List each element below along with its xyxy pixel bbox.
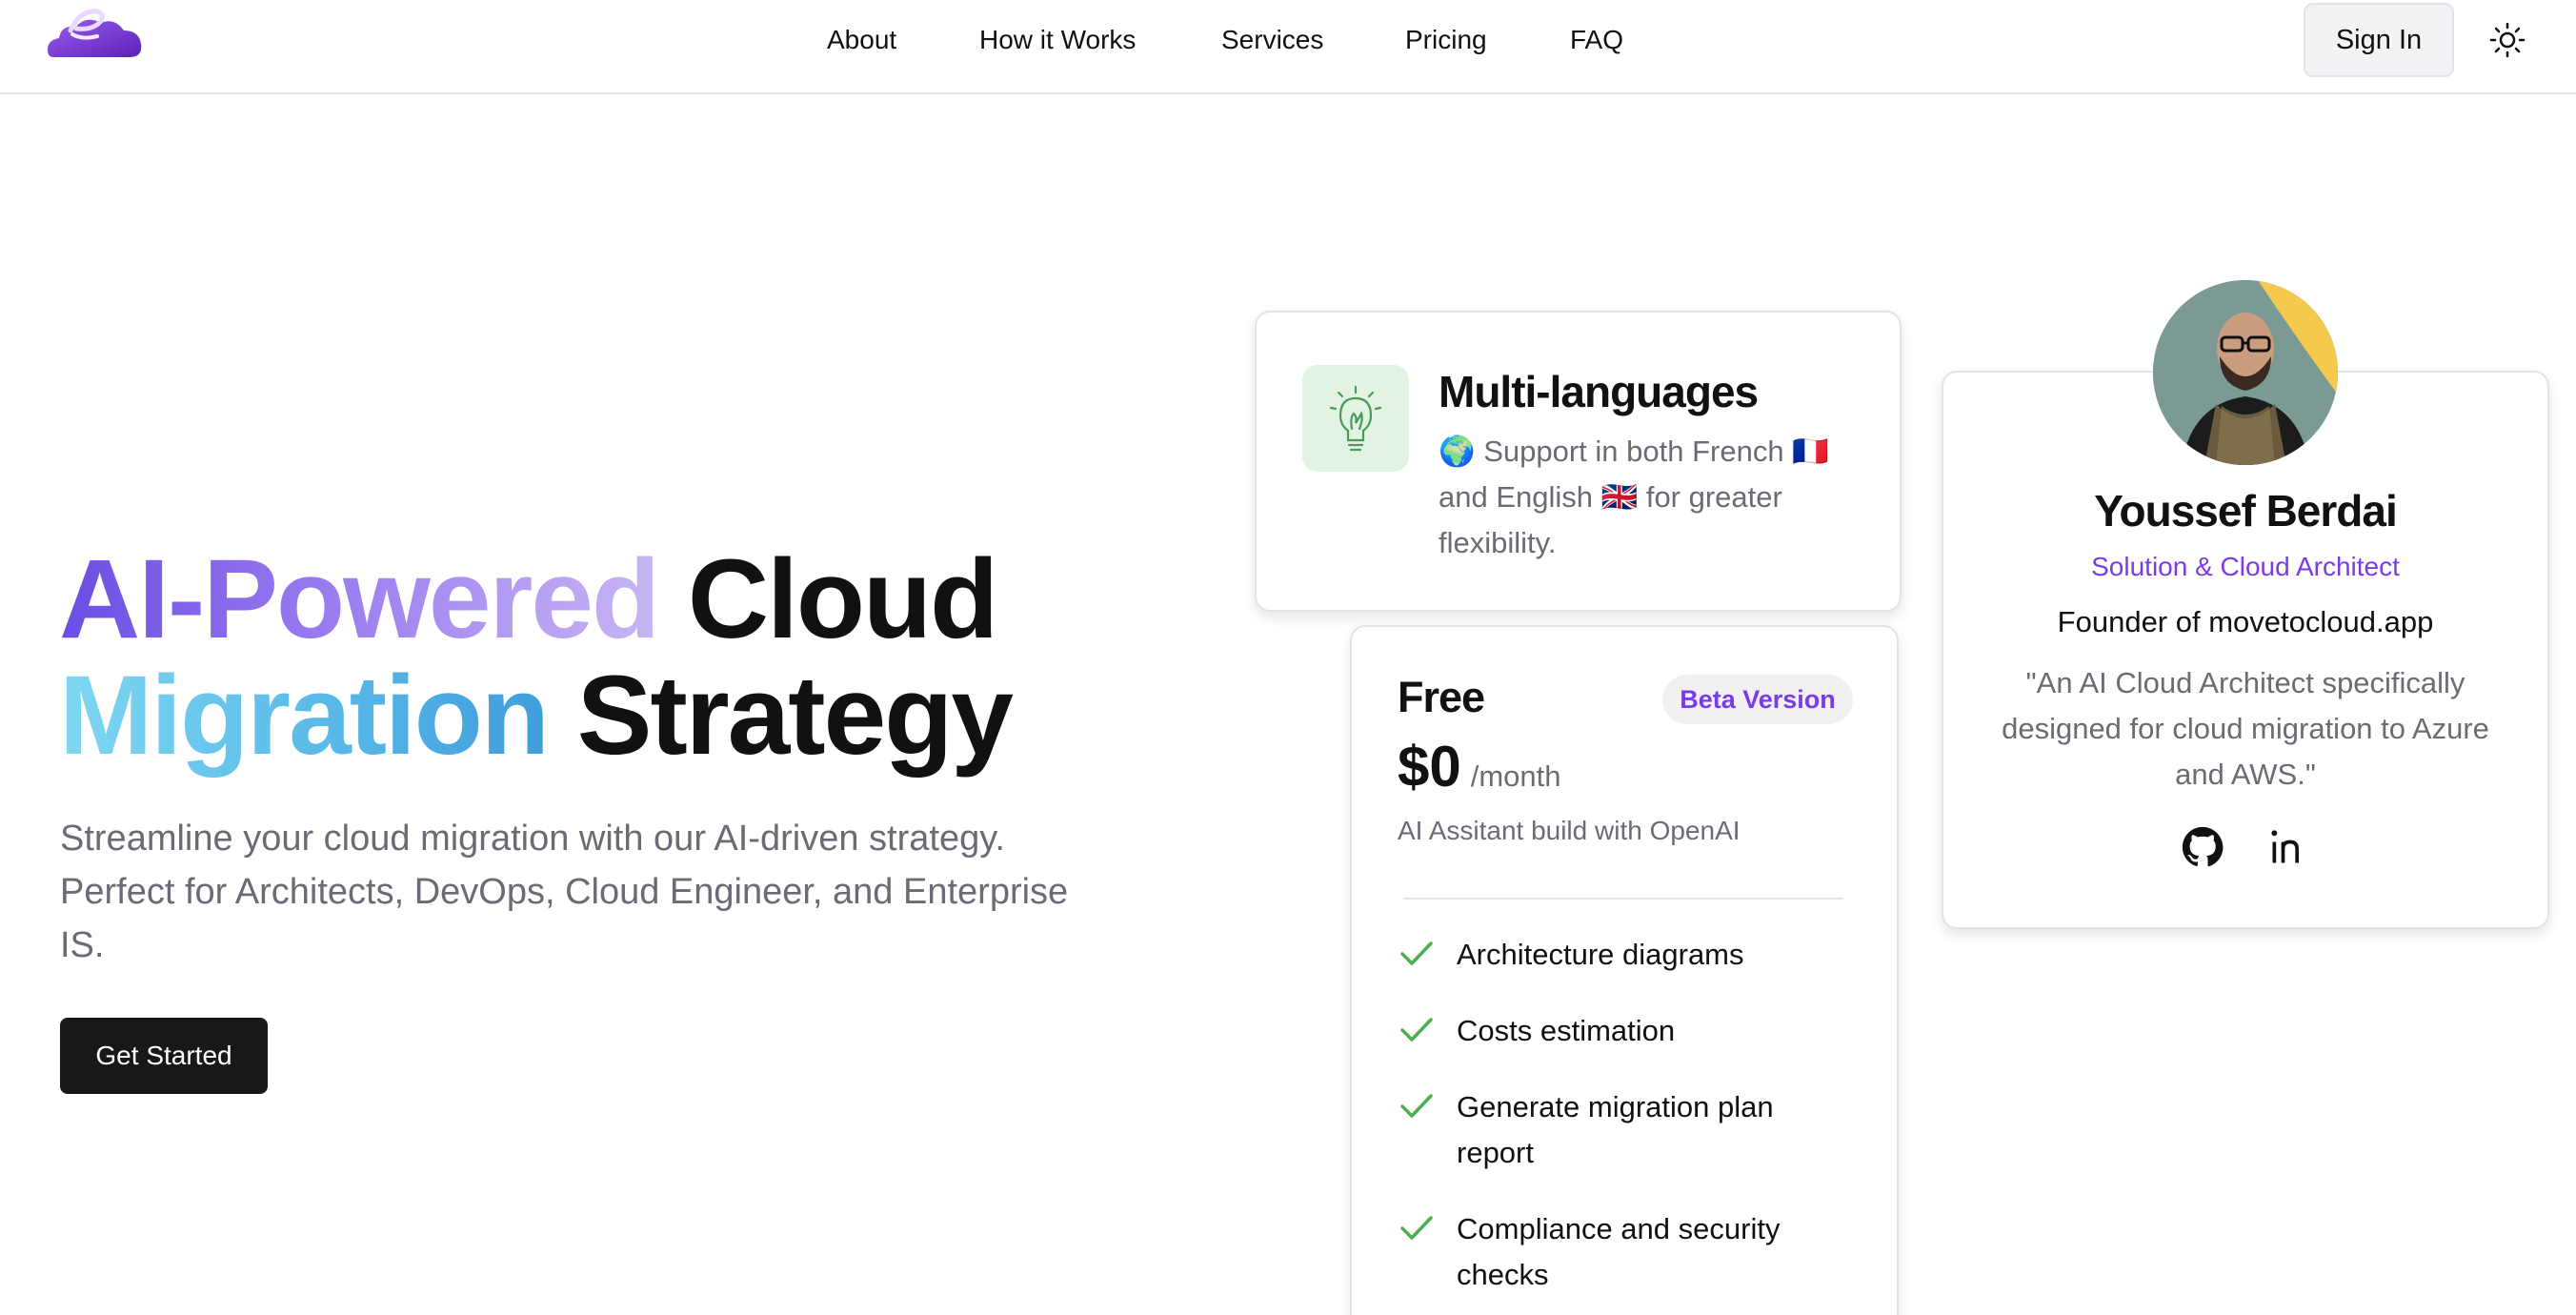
nav-faq[interactable]: FAQ [1570, 23, 1623, 57]
feature-card-multilanguages: Multi-languages 🌍 Support in both French… [1255, 311, 1902, 612]
feature-item: Architecture diagrams [1398, 932, 1855, 978]
feature-title: Multi-languages [1439, 367, 1759, 416]
hero-subtitle: Streamline your cloud migration with our… [60, 819, 1069, 965]
hero-title-strategy: Strategy [576, 653, 1014, 779]
hero-title-cloud: Cloud [687, 536, 998, 662]
site-header: About How it Works Services Pricing FAQ … [0, 0, 2576, 94]
get-started-button[interactable]: Get Started [60, 1018, 268, 1094]
nav-about[interactable]: About [827, 23, 896, 57]
social-links [1943, 826, 2547, 868]
nav-how-it-works[interactable]: How it Works [979, 23, 1136, 57]
avatar [2153, 280, 2338, 465]
theme-toggle-button[interactable] [2488, 21, 2526, 59]
price-row: $0 /month [1398, 734, 1561, 799]
feature-icon-box [1302, 365, 1409, 472]
feature-item: Costs estimation [1398, 1008, 1855, 1054]
nav-services[interactable]: Services [1221, 23, 1323, 57]
founder-company: Founder of movetocloud.app [2057, 605, 2434, 638]
hero-title: AI-Powered Cloud Migration Strategy [59, 541, 1155, 774]
feature-text: Generate migration plan report [1457, 1090, 1774, 1169]
sun-icon [2489, 22, 2526, 58]
github-icon[interactable] [2182, 826, 2224, 868]
hero-title-migration: Migration [59, 653, 550, 779]
pricing-card: Free Beta Version $0 /month AI Assitant … [1350, 625, 1899, 1315]
feature-item: Compliance and security checks [1398, 1206, 1855, 1298]
price-amount: $0 [1398, 735, 1461, 799]
check-icon [1400, 1094, 1433, 1118]
founder-role: Solution & Cloud Architect [2091, 552, 2400, 581]
feature-item: Generate migration plan report [1398, 1084, 1855, 1176]
plan-description: AI Assitant build with OpenAI [1398, 816, 1741, 845]
sign-in-button[interactable]: Sign In [2304, 3, 2454, 77]
founder-name: Youssef Berdai [2094, 486, 2397, 536]
feature-list: Architecture diagrams Costs estimation G… [1398, 932, 1855, 1315]
check-icon [1400, 941, 1433, 965]
price-period: /month [1470, 759, 1561, 793]
feature-text: Costs estimation [1457, 1014, 1676, 1047]
check-icon [1400, 1018, 1433, 1042]
main-nav: About How it Works Services Pricing FAQ [0, 0, 2576, 80]
feature-description: 🌍 Support in both French 🇫🇷 and English … [1439, 435, 1829, 559]
beta-badge: Beta Version [1662, 675, 1853, 724]
founder-photo [2153, 280, 2338, 465]
divider [1403, 898, 1843, 900]
feature-text: Compliance and security checks [1457, 1212, 1781, 1291]
nav-pricing[interactable]: Pricing [1405, 23, 1487, 57]
check-icon [1400, 1216, 1433, 1240]
feature-text: Architecture diagrams [1457, 938, 1744, 971]
lightbulb-icon [1329, 385, 1382, 452]
hero-title-ai-powered: AI-Powered [59, 536, 660, 662]
linkedin-icon[interactable] [2267, 826, 2309, 868]
founder-quote: "An AI Cloud Architect specifically desi… [2002, 666, 2489, 791]
plan-name: Free [1398, 673, 1485, 721]
